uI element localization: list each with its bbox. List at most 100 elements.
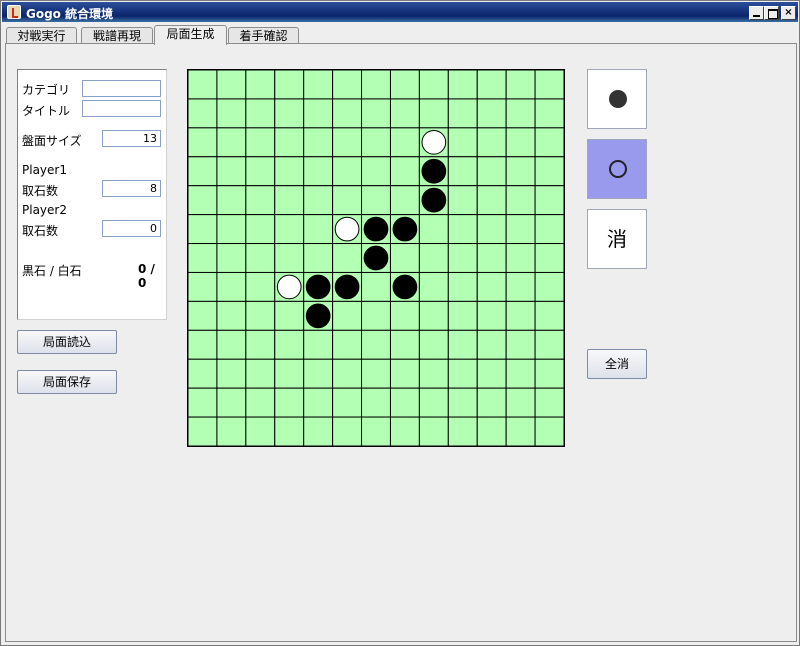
board-cell[interactable] [332, 358, 363, 389]
black-stone[interactable] [363, 216, 389, 242]
board-cell[interactable] [245, 387, 276, 418]
board-cell[interactable] [216, 127, 247, 158]
board-cell[interactable] [188, 98, 218, 129]
board-cell[interactable] [188, 156, 218, 187]
board-cell[interactable] [216, 358, 247, 389]
board-cell[interactable] [303, 243, 334, 273]
board-cell[interactable] [476, 214, 507, 245]
board-cell[interactable] [418, 300, 449, 331]
save-position-button[interactable]: 局面保存 [17, 370, 117, 394]
board-cell[interactable] [505, 243, 536, 273]
board-cell[interactable] [389, 387, 420, 418]
board-cell[interactable] [476, 358, 507, 389]
board-cell[interactable] [332, 185, 363, 216]
board-cell[interactable] [274, 98, 305, 129]
board-cell[interactable] [361, 329, 391, 360]
board-cell[interactable] [447, 127, 478, 158]
board-cell[interactable] [245, 98, 276, 129]
board-cell[interactable] [505, 387, 536, 418]
title-input[interactable] [82, 100, 161, 117]
board-cell[interactable] [389, 329, 420, 360]
board-cell[interactable] [447, 70, 478, 100]
black-stone[interactable] [334, 274, 360, 300]
board-cell[interactable] [389, 98, 420, 129]
board-cell[interactable] [447, 329, 478, 360]
board-cell[interactable] [274, 156, 305, 187]
board-cell[interactable] [476, 387, 507, 418]
board-cell[interactable] [476, 70, 507, 100]
board-cell[interactable] [303, 329, 334, 360]
tab-position-generate[interactable]: 局面生成 [154, 25, 227, 45]
board-cell[interactable] [418, 214, 449, 245]
board-cell[interactable] [361, 185, 391, 216]
white-stone-tool[interactable] [587, 139, 647, 199]
board-cell[interactable] [534, 127, 564, 158]
board-cell[interactable] [188, 127, 218, 158]
board-cell[interactable] [389, 185, 420, 216]
board-cell[interactable] [505, 70, 536, 100]
board-cell[interactable] [274, 329, 305, 360]
board-cell[interactable] [188, 70, 218, 100]
board-cell[interactable] [476, 271, 507, 302]
board-cell[interactable] [332, 127, 363, 158]
erase-tool[interactable]: 消 [587, 209, 647, 269]
board-cell[interactable] [188, 329, 218, 360]
black-stone-tool[interactable] [587, 69, 647, 129]
white-stone[interactable] [334, 216, 360, 242]
board-cell[interactable] [216, 70, 247, 100]
board-cell[interactable] [447, 156, 478, 187]
black-stone[interactable] [305, 274, 331, 300]
board-cell[interactable] [332, 416, 363, 446]
board-cell[interactable] [534, 300, 564, 331]
board-cell[interactable] [505, 156, 536, 187]
board-cell[interactable] [447, 214, 478, 245]
board-cell[interactable] [303, 70, 334, 100]
board-cell[interactable] [418, 243, 449, 273]
load-position-button[interactable]: 局面読込 [17, 330, 117, 354]
board-cell[interactable] [188, 214, 218, 245]
board-cell[interactable] [476, 156, 507, 187]
board-cell[interactable] [216, 271, 247, 302]
board-cell[interactable] [534, 98, 564, 129]
board-cell[interactable] [418, 70, 449, 100]
board-cell[interactable] [361, 271, 391, 302]
board-cell[interactable] [188, 185, 218, 216]
board-cell[interactable] [332, 300, 363, 331]
board-cell[interactable] [245, 185, 276, 216]
board-cell[interactable] [303, 214, 334, 245]
board-cell[interactable] [505, 329, 536, 360]
board-cell[interactable] [447, 358, 478, 389]
board-cell[interactable] [534, 329, 564, 360]
board-cell[interactable] [303, 387, 334, 418]
board-cell[interactable] [245, 416, 276, 446]
board-cell[interactable] [534, 243, 564, 273]
board-cell[interactable] [389, 416, 420, 446]
black-stone[interactable] [392, 216, 418, 242]
board-cell[interactable] [216, 156, 247, 187]
black-stone[interactable] [421, 158, 447, 184]
board-cell[interactable] [534, 214, 564, 245]
board-cell[interactable] [476, 416, 507, 446]
category-input[interactable] [82, 80, 161, 97]
board-cell[interactable] [505, 214, 536, 245]
board-cell[interactable] [216, 329, 247, 360]
board-cell[interactable] [389, 300, 420, 331]
board-cell[interactable] [476, 98, 507, 129]
board-cell[interactable] [274, 214, 305, 245]
board-cell[interactable] [476, 300, 507, 331]
board-cell[interactable] [418, 329, 449, 360]
board-cell[interactable] [534, 70, 564, 100]
board-cell[interactable] [505, 185, 536, 216]
board-cell[interactable] [476, 329, 507, 360]
board-cell[interactable] [447, 98, 478, 129]
board-cell[interactable] [418, 416, 449, 446]
board-cell[interactable] [361, 300, 391, 331]
go-board[interactable] [187, 69, 565, 447]
board-size-input[interactable]: 13 [102, 130, 161, 147]
board-cell[interactable] [303, 416, 334, 446]
board-cell[interactable] [188, 358, 218, 389]
board-cell[interactable] [505, 271, 536, 302]
clear-all-button[interactable]: 全消 [587, 349, 647, 379]
board-cell[interactable] [245, 271, 276, 302]
board-cell[interactable] [245, 243, 276, 273]
